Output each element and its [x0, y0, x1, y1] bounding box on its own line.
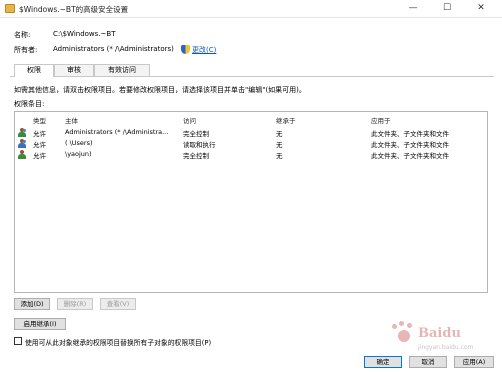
row-applies: 此文件夹、子文件夹和文件 [371, 130, 449, 138]
row-inherited: 无 [276, 152, 283, 160]
replace-child-permissions-label: 使用可从此对象继承的权限项目替换所有子对象的权限项目(P) [25, 339, 212, 347]
watermark-text: Baidu [418, 326, 461, 341]
view-button[interactable]: 查看(V) [100, 298, 136, 310]
folder-icon [5, 4, 15, 13]
row-access: 完全控制 [183, 152, 209, 160]
tab-permissions[interactable]: 权限 [14, 64, 54, 77]
permission-entries-list[interactable]: 类型 主体 访问 继承于 应用于 允许 Administrators (* /\… [14, 111, 488, 293]
owner-label: 所有者: [14, 46, 38, 54]
row-type: 允许 [33, 130, 46, 138]
remove-button[interactable]: 删除(R) [57, 298, 93, 310]
table-row[interactable]: 允许 \yaojun) 完全控制 无 此文件夹、子文件夹和文件 [15, 149, 487, 160]
table-row[interactable]: 允许 ( \Users) 读取和执行 无 此文件夹、子文件夹和文件 [15, 138, 487, 149]
row-access: 完全控制 [183, 130, 209, 138]
minimize-button[interactable]: — [400, 0, 426, 17]
column-header-type[interactable]: 类型 [33, 115, 46, 125]
name-label: 名称: [14, 31, 31, 39]
table-row[interactable]: 允许 Administrators (* /\Administra... 完全控… [15, 127, 487, 138]
row-applies: 此文件夹、子文件夹和文件 [371, 141, 449, 149]
column-header-applies-to[interactable]: 应用于 [371, 115, 391, 125]
add-button[interactable]: 添加(D) [14, 298, 50, 310]
column-header-principal[interactable]: 主体 [65, 115, 78, 125]
row-applies: 此文件夹、子文件夹和文件 [371, 152, 449, 160]
tab-effective-access[interactable]: 有效访问 [94, 64, 150, 76]
row-access: 读取和执行 [183, 141, 216, 149]
baidu-watermark-logo: Baidu jingyan.baidu.com [390, 320, 500, 360]
row-type: 允许 [33, 152, 46, 160]
window-title: $Windows.~BT的高级安全设置 [19, 5, 129, 14]
row-principal: ( \Users) [65, 139, 93, 147]
row-type: 允许 [33, 141, 46, 149]
cancel-button[interactable]: 取消 [409, 356, 447, 368]
title-bar: $Windows.~BT的高级安全设置 — ☐ ✕ [0, 0, 502, 18]
column-header-inherited-from[interactable]: 继承于 [276, 115, 296, 125]
user-icon [18, 150, 27, 159]
maximize-button[interactable]: ☐ [434, 0, 460, 17]
name-value: C:\$Windows.~BT [53, 30, 116, 38]
tab-auditing[interactable]: 审核 [54, 64, 94, 76]
row-principal: Administrators (* /\Administra... [65, 128, 169, 136]
replace-child-permissions-checkbox[interactable] [14, 337, 22, 345]
row-principal: \yaojun) [65, 150, 92, 158]
ok-button[interactable]: 确定 [364, 356, 402, 368]
watermark-subtext: jingyan.baidu.com [418, 344, 474, 351]
enable-inheritance-button[interactable]: 启用继承(I) [14, 318, 66, 330]
user-group-icon [18, 139, 27, 148]
hint-text: 如需其他信息，请双击权限项目。若要修改权限项目，请选择该项目并单击"编辑"(如果… [14, 86, 306, 94]
row-inherited: 无 [276, 141, 283, 149]
close-button[interactable]: ✕ [468, 0, 494, 17]
change-owner-link[interactable]: 更改(C) [192, 45, 216, 55]
uac-shield-icon [181, 45, 190, 54]
tab-panel-border [10, 76, 494, 77]
column-header-access[interactable]: 访问 [183, 115, 196, 125]
permission-entries-label: 权限条目: [14, 100, 45, 108]
owner-value: Administrators (* /\Administrators) [53, 45, 174, 53]
user-group-icon [18, 128, 27, 137]
row-inherited: 无 [276, 130, 283, 138]
apply-button[interactable]: 应用(A) [454, 356, 494, 368]
